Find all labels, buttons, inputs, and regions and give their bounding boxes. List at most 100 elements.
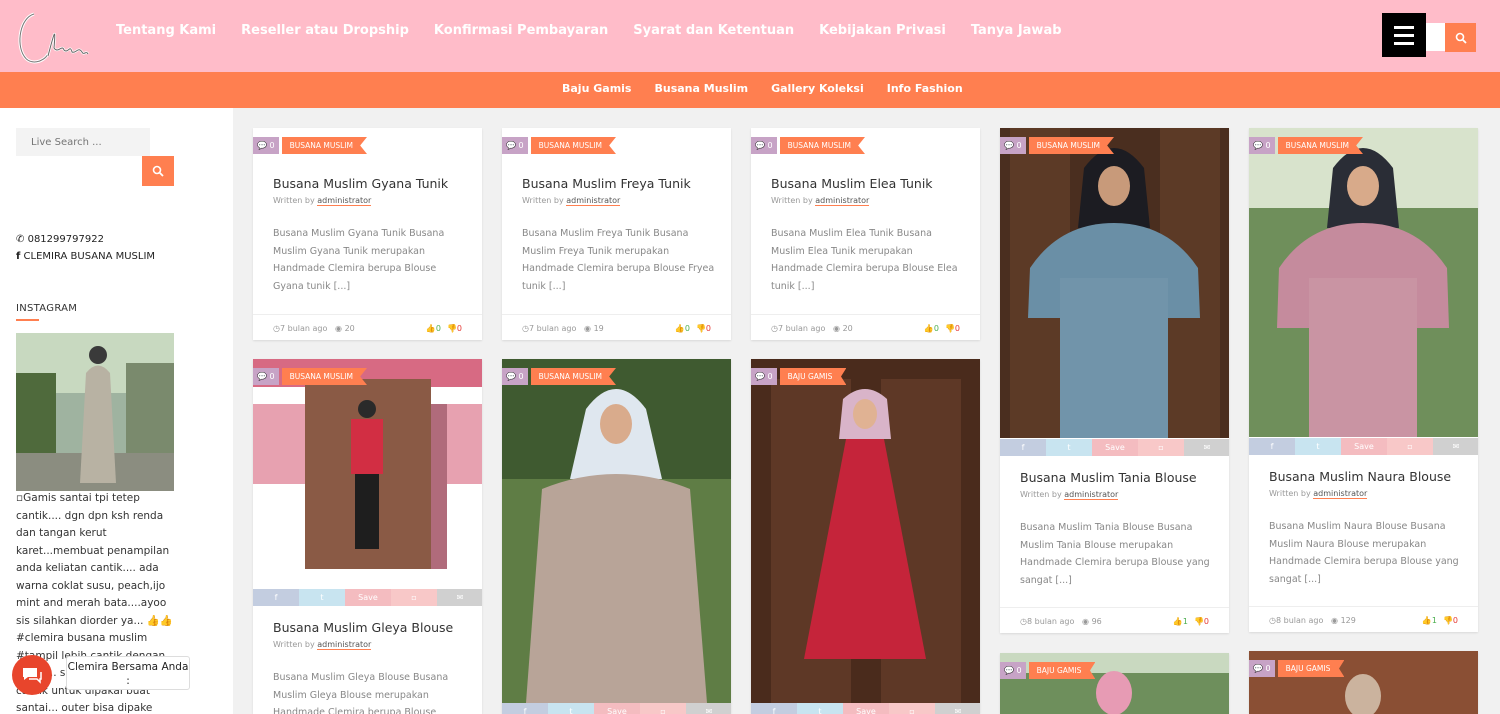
- email-share-icon[interactable]: ✉: [686, 703, 731, 714]
- phone-number[interactable]: 081299797922: [28, 234, 104, 245]
- clock-icon: ◷: [1269, 616, 1276, 625]
- nav-syarat-ketentuan[interactable]: Syarat dan Ketentuan: [633, 23, 794, 38]
- post-card[interactable]: f t Save ▫ ✉ 💬 0 BUSANA MUSLIM Busana Muslim …: [1249, 128, 1478, 632]
- dislike-button[interactable]: 👎0: [696, 324, 711, 333]
- pinterest-save-button[interactable]: Save: [1092, 439, 1138, 456]
- facebook-share-icon[interactable]: f: [1000, 439, 1046, 456]
- facebook-link[interactable]: CLEMIRA BUSANA MUSLIM: [24, 251, 156, 262]
- dislike-button[interactable]: 👎0: [1443, 616, 1458, 625]
- category-tag[interactable]: BUSANA MUSLIM: [281, 137, 367, 154]
- like-button[interactable]: 👍0: [426, 324, 441, 333]
- menu-toggle-button[interactable]: [1382, 13, 1426, 57]
- post-card[interactable]: 💬 0 BUSANA MUSLIM Busana Muslim Freya Tun…: [502, 128, 731, 340]
- chat-button[interactable]: [12, 655, 52, 695]
- facebook-share-icon[interactable]: f: [502, 703, 548, 714]
- pinterest-save-button[interactable]: Save: [843, 703, 889, 714]
- live-search-button[interactable]: [142, 156, 174, 186]
- nav-konfirmasi-pembayaran[interactable]: Konfirmasi Pembayaran: [434, 23, 608, 38]
- category-tag[interactable]: BAJU GAMIS: [1277, 660, 1345, 677]
- dislike-button[interactable]: 👎0: [447, 324, 462, 333]
- clock-icon: ◷: [1020, 617, 1027, 626]
- post-title[interactable]: Busana Muslim Tania Blouse: [1020, 470, 1197, 485]
- gplus-share-icon[interactable]: ▫: [1138, 439, 1184, 456]
- header-search-button[interactable]: [1445, 23, 1476, 52]
- comment-count: 💬 0: [502, 137, 528, 154]
- twitter-share-icon[interactable]: t: [1295, 438, 1341, 455]
- post-card[interactable]: f t Save ▫ ✉ 💬 0 BUSANA MUSLIM Busana Muslim …: [253, 359, 482, 714]
- post-card[interactable]: 💬 0 BUSANA MUSLIM Busana Muslim Elea Tuni…: [751, 128, 980, 340]
- post-card[interactable]: f t Save ▫ ✉ 💬 0 BUSANA MUSLIM Busana Muslim …: [1000, 128, 1229, 633]
- product-photo[interactable]: [253, 359, 482, 589]
- post-title[interactable]: Busana Muslim Gyana Tunik: [273, 176, 448, 191]
- instagram-photo[interactable]: [16, 333, 174, 491]
- facebook-share-icon[interactable]: f: [253, 589, 299, 606]
- product-photo[interactable]: [502, 359, 731, 703]
- post-card[interactable]: f t Save ▫ ✉ 💬 0 BUSANA MUSLIM: [502, 359, 731, 714]
- subnav-busana-muslim[interactable]: Busana Muslim: [654, 82, 748, 95]
- post-card[interactable]: f t Save ▫ ✉ 💬 0 BAJU GAMIS: [751, 359, 980, 714]
- gplus-share-icon[interactable]: ▫: [640, 703, 686, 714]
- category-tag[interactable]: BUSANA MUSLIM: [1028, 137, 1114, 154]
- post-card[interactable]: 💬 0 BAJU GAMIS: [1249, 651, 1478, 714]
- post-title[interactable]: Busana Muslim Gleya Blouse: [273, 620, 453, 635]
- gplus-share-icon[interactable]: ▫: [889, 703, 935, 714]
- post-title[interactable]: Busana Muslim Elea Tunik: [771, 176, 933, 191]
- category-tag[interactable]: BAJU GAMIS: [779, 368, 847, 385]
- facebook-share-icon[interactable]: f: [1249, 438, 1295, 455]
- eye-icon: ◉: [335, 324, 343, 333]
- post-meta: ◷8 bulan ago ◉ 129 👍1 👎0: [1249, 606, 1478, 632]
- category-tag[interactable]: BUSANA MUSLIM: [530, 368, 616, 385]
- eye-icon: ◉: [1331, 616, 1339, 625]
- twitter-share-icon[interactable]: t: [299, 589, 345, 606]
- post-author: Written by administrator: [273, 640, 372, 650]
- twitter-share-icon[interactable]: t: [797, 703, 843, 714]
- category-tag[interactable]: BUSANA MUSLIM: [1277, 137, 1363, 154]
- nav-kebijakan-privasi[interactable]: Kebijakan Privasi: [819, 23, 946, 38]
- twitter-share-icon[interactable]: t: [1046, 439, 1092, 456]
- gplus-share-icon[interactable]: ▫: [391, 589, 437, 606]
- product-photo[interactable]: [751, 359, 980, 703]
- product-photo[interactable]: [1000, 128, 1229, 438]
- chat-label[interactable]: Clemira Bersama Anda :: [66, 656, 190, 690]
- email-share-icon[interactable]: ✉: [1433, 438, 1478, 455]
- post-meta: ◷7 bulan ago ◉ 19 👍0 👎0: [502, 314, 731, 340]
- live-search-input[interactable]: [16, 128, 150, 156]
- like-button[interactable]: 👍0: [924, 324, 939, 333]
- post-meta: ◷8 bulan ago ◉ 96 👍1 👎0: [1000, 607, 1229, 633]
- like-button[interactable]: 👍1: [1422, 616, 1437, 625]
- category-tag[interactable]: BUSANA MUSLIM: [281, 368, 367, 385]
- post-card[interactable]: 💬 0 BUSANA MUSLIM Busana Muslim Gyana Tun…: [253, 128, 482, 340]
- email-share-icon[interactable]: ✉: [935, 703, 980, 714]
- category-tag[interactable]: BUSANA MUSLIM: [779, 137, 865, 154]
- post-excerpt: Busana Muslim Tania Blouse Busana Muslim…: [1020, 522, 1210, 586]
- subnav-gallery-koleksi[interactable]: Gallery Koleksi: [771, 82, 864, 95]
- eye-icon: ◉: [1082, 617, 1090, 626]
- post-excerpt: Busana Muslim Gleya Blouse Busana Muslim…: [273, 672, 449, 714]
- clemira-logo[interactable]: [14, 4, 90, 70]
- pinterest-save-button[interactable]: Save: [594, 703, 640, 714]
- product-photo[interactable]: [1249, 128, 1478, 437]
- subnav-baju-gamis[interactable]: Baju Gamis: [562, 82, 631, 95]
- nav-tanya-jawab[interactable]: Tanya Jawab: [971, 23, 1062, 38]
- post-card[interactable]: 💬 0 BAJU GAMIS: [1000, 653, 1229, 714]
- nav-tentang-kami[interactable]: Tentang Kami: [116, 23, 216, 38]
- dislike-button[interactable]: 👎0: [1194, 617, 1209, 626]
- pinterest-save-button[interactable]: Save: [1341, 438, 1387, 455]
- category-tag[interactable]: BAJU GAMIS: [1028, 662, 1096, 679]
- like-button[interactable]: 👍1: [1173, 617, 1188, 626]
- post-title[interactable]: Busana Muslim Freya Tunik: [522, 176, 691, 191]
- gplus-share-icon[interactable]: ▫: [1387, 438, 1433, 455]
- header-search-input[interactable]: [1426, 23, 1446, 51]
- like-button[interactable]: 👍0: [675, 324, 690, 333]
- dislike-button[interactable]: 👎0: [945, 324, 960, 333]
- nav-reseller[interactable]: Reseller atau Dropship: [241, 23, 409, 38]
- facebook-share-icon[interactable]: f: [751, 703, 797, 714]
- email-share-icon[interactable]: ✉: [1184, 439, 1229, 456]
- category-tag[interactable]: BUSANA MUSLIM: [530, 137, 616, 154]
- comment-count: 💬 0: [1249, 660, 1275, 677]
- subnav-info-fashion[interactable]: Info Fashion: [887, 82, 963, 95]
- twitter-share-icon[interactable]: t: [548, 703, 594, 714]
- pinterest-save-button[interactable]: Save: [345, 589, 391, 606]
- email-share-icon[interactable]: ✉: [437, 589, 482, 606]
- post-title[interactable]: Busana Muslim Naura Blouse: [1269, 469, 1451, 484]
